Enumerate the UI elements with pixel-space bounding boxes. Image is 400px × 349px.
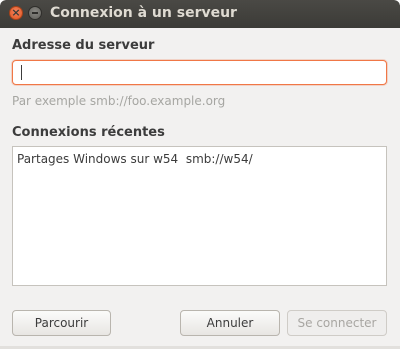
connect-to-server-dialog: × Connexion à un serveur Adresse du serv… <box>0 0 400 349</box>
recent-connection-uri: smb://w54/ <box>185 152 253 166</box>
recent-connections-list[interactable]: Partages Windows sur w54 smb://w54/ <box>12 146 387 286</box>
text-cursor <box>21 65 22 80</box>
close-icon: × <box>11 6 21 19</box>
browse-button[interactable]: Parcourir <box>12 310 111 336</box>
close-window-button[interactable]: × <box>9 6 23 20</box>
server-address-example: Par exemple smb://foo.example.org <box>12 94 226 108</box>
minimize-window-button[interactable] <box>28 6 42 20</box>
minimize-icon <box>32 12 38 14</box>
server-address-label: Adresse du serveur <box>12 38 155 53</box>
title-bar: × Connexion à un serveur <box>0 0 400 28</box>
recent-connection-item[interactable]: Partages Windows sur w54 smb://w54/ <box>17 152 253 166</box>
window-title: Connexion à un serveur <box>50 5 237 21</box>
cancel-button[interactable]: Annuler <box>180 310 280 336</box>
server-address-input[interactable] <box>12 60 387 85</box>
recent-connection-name: Partages Windows sur w54 <box>17 152 179 166</box>
connect-button[interactable]: Se connecter <box>287 310 387 336</box>
recent-connections-label: Connexions récentes <box>12 125 165 140</box>
